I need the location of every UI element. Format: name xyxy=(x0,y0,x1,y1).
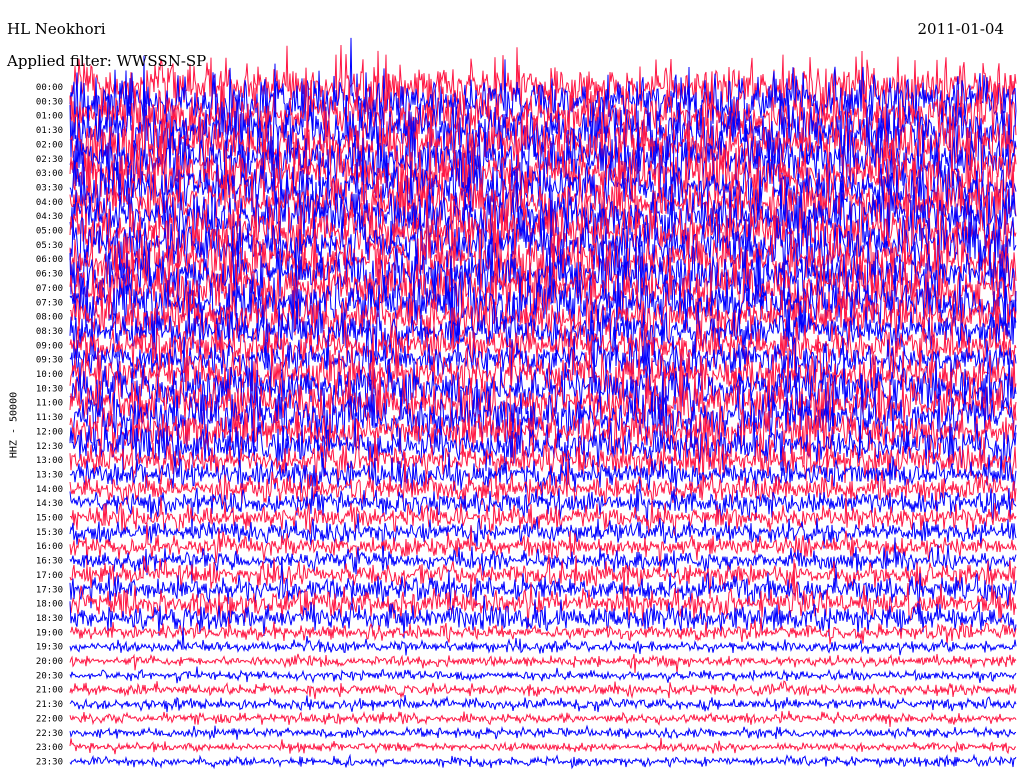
tick-label: 14:00 xyxy=(36,485,63,495)
tick-label: 00:30 xyxy=(36,97,63,107)
tick-label: 12:00 xyxy=(36,427,63,437)
tick-label: 06:30 xyxy=(36,270,63,280)
tick-label: 15:30 xyxy=(36,528,63,538)
tick-label: 01:00 xyxy=(36,112,63,122)
tick-label: 03:00 xyxy=(36,169,63,179)
trace-line xyxy=(69,737,1017,755)
tick-label: 06:00 xyxy=(36,255,63,265)
trace-line xyxy=(69,695,1017,713)
tick-label: 17:30 xyxy=(36,585,63,595)
tick-label: 22:30 xyxy=(36,729,63,739)
date-label: 2011-01-04 xyxy=(917,20,1004,38)
trace-line xyxy=(69,680,1017,700)
tick-label: 19:30 xyxy=(36,643,63,653)
trace-line xyxy=(69,653,1017,674)
tick-label: 08:00 xyxy=(36,313,63,323)
tick-label: 00:00 xyxy=(36,83,63,93)
tick-label: 07:00 xyxy=(36,284,63,294)
tick-label: 02:00 xyxy=(36,140,63,150)
tick-label: 22:00 xyxy=(36,714,63,724)
tick-label: 05:00 xyxy=(36,227,63,237)
tick-label: 11:30 xyxy=(36,413,63,423)
tick-label: 23:30 xyxy=(36,757,63,767)
trace-line xyxy=(69,724,1017,741)
tick-label: 20:00 xyxy=(36,657,63,667)
tick-label: 10:00 xyxy=(36,370,63,380)
tick-label: 09:30 xyxy=(36,356,63,366)
tick-label: 21:30 xyxy=(36,700,63,710)
tick-label: 13:00 xyxy=(36,456,63,466)
tick-label: 16:30 xyxy=(36,557,63,567)
tick-label: 09:00 xyxy=(36,341,63,351)
helicorder-plot: 00:00 00:30 01:00 01:30 02:00 02:30 03:00 03:30… xyxy=(36,37,1017,770)
trace-line xyxy=(69,710,1017,727)
tick-label: 05:30 xyxy=(36,241,63,251)
tick-label: 17:00 xyxy=(36,571,63,581)
tick-label: 11:00 xyxy=(36,399,63,409)
tick-label: 07:30 xyxy=(36,298,63,308)
tick-label: 01:30 xyxy=(36,126,63,136)
tick-label: 10:30 xyxy=(36,384,63,394)
y-axis-label: HHZ - 50000 xyxy=(8,391,20,459)
tick-label: 18:00 xyxy=(36,600,63,610)
filter-label: Applied filter: WWSSN-SP xyxy=(7,52,207,70)
tick-label: 13:30 xyxy=(36,470,63,480)
trace-group xyxy=(69,37,1017,770)
tick-label: 19:00 xyxy=(36,628,63,638)
tick-label: 03:30 xyxy=(36,183,63,193)
trace-line xyxy=(69,753,1017,770)
tick-label: 16:00 xyxy=(36,542,63,552)
tick-label: 23:00 xyxy=(36,743,63,753)
tick-label: 18:30 xyxy=(36,614,63,624)
tick-label: 04:00 xyxy=(36,198,63,208)
tick-label: 08:30 xyxy=(36,327,63,337)
tick-label: 04:30 xyxy=(36,212,63,222)
tick-label: 20:30 xyxy=(36,671,63,681)
tick-label: 12:30 xyxy=(36,442,63,452)
tick-label: 14:30 xyxy=(36,499,63,509)
tick-label: 15:00 xyxy=(36,514,63,524)
station-title: HL Neokhori xyxy=(7,20,106,38)
trace-line xyxy=(69,666,1017,684)
tick-label: 21:00 xyxy=(36,686,63,696)
tick-label-group: 00:00 00:30 01:00 01:30 02:00 02:30 03:00 03:30… xyxy=(36,83,63,767)
tick-label: 02:30 xyxy=(36,155,63,165)
